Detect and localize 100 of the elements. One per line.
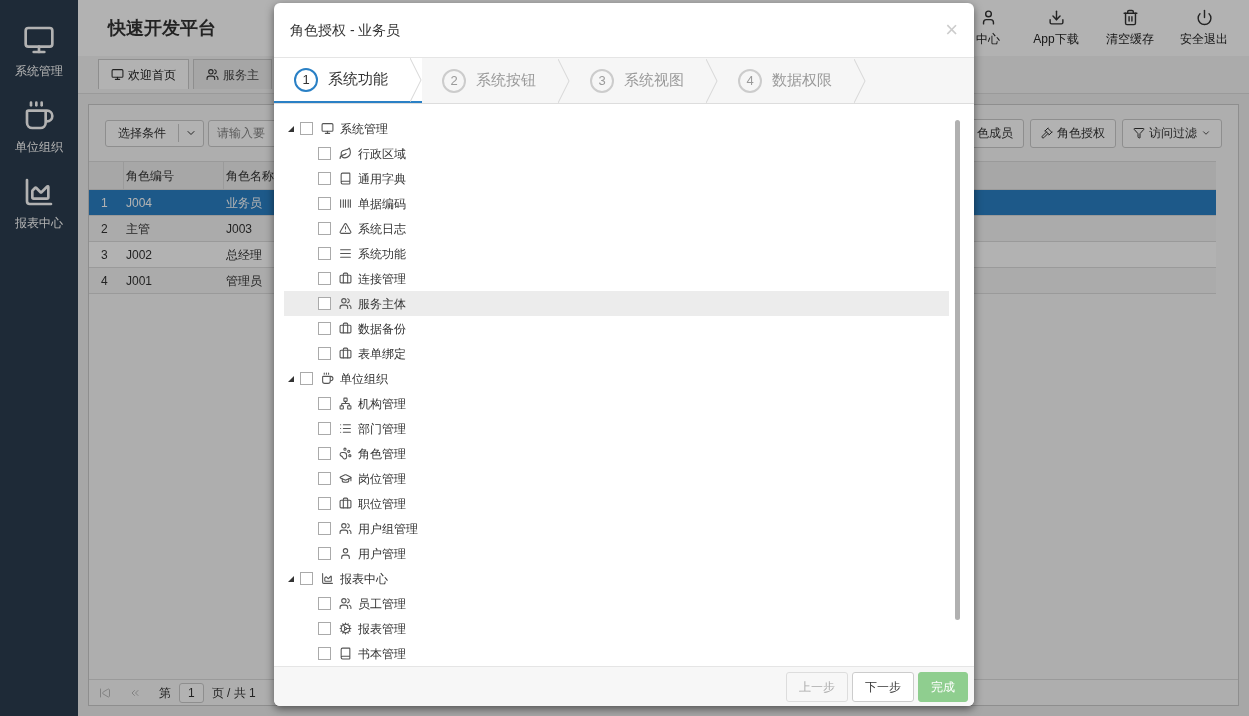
- table-cell-text: J002: [125, 246, 154, 264]
- tree-label: 系统功能: [358, 245, 406, 263]
- tree-label: 系统管理: [340, 120, 388, 138]
- tree-row[interactable]: 报表中心: [284, 566, 949, 591]
- checkbox[interactable]: [300, 572, 313, 585]
- checkbox[interactable]: [318, 472, 331, 485]
- checkbox[interactable]: [318, 272, 331, 285]
- checkbox[interactable]: [318, 547, 331, 560]
- page-total: 页 / 共 1: [211, 684, 256, 702]
- checkbox[interactable]: [318, 322, 331, 335]
- column-header[interactable]: 角色编号: [123, 162, 223, 189]
- checkbox[interactable]: [300, 122, 313, 135]
- tree-row[interactable]: 角色管理: [284, 441, 949, 466]
- checkbox[interactable]: [318, 172, 331, 185]
- tree-row[interactable]: 表单绑定: [284, 341, 949, 366]
- header-action[interactable]: 中心: [957, 8, 1019, 48]
- tree-row[interactable]: 员工管理: [284, 591, 949, 616]
- page-tab[interactable]: 服务主: [193, 59, 272, 89]
- list-icon: [339, 422, 352, 435]
- briefcase-icon: [339, 322, 352, 335]
- sidebar-item[interactable]: 报表中心: [15, 176, 63, 232]
- tree-row[interactable]: 用户管理: [284, 541, 949, 566]
- coffee-cup-icon: [321, 372, 334, 385]
- checkbox[interactable]: [318, 247, 331, 260]
- tree-row[interactable]: 单据编码: [284, 191, 949, 216]
- tree-row[interactable]: 岗位管理: [284, 466, 949, 491]
- graduation-cap-icon: [339, 472, 352, 485]
- tree-label: 报表中心: [340, 570, 388, 588]
- checkbox[interactable]: [318, 397, 331, 410]
- tree-row[interactable]: 部门管理: [284, 416, 949, 441]
- tree-row[interactable]: 书本管理: [284, 641, 949, 666]
- sitemap-icon: [339, 397, 352, 410]
- leaf-icon: [339, 147, 352, 160]
- checkbox[interactable]: [318, 297, 331, 310]
- table-cell-text: J001: [125, 272, 154, 290]
- checkbox[interactable]: [318, 647, 331, 660]
- checkbox[interactable]: [300, 372, 313, 385]
- users-icon: [339, 297, 352, 310]
- wizard-step[interactable]: 1 系统功能: [274, 58, 422, 103]
- tree-row[interactable]: 系统管理: [284, 116, 949, 141]
- step-number: 1: [294, 67, 318, 92]
- expanded-arrow-icon[interactable]: [288, 575, 294, 582]
- page-tab[interactable]: 欢迎首页: [98, 59, 189, 89]
- table-cell-text: 业务员: [225, 194, 263, 212]
- users-icon: [339, 597, 352, 610]
- tree-row[interactable]: 机构管理: [284, 391, 949, 416]
- book-icon: [339, 172, 352, 185]
- condition-dropdown[interactable]: 选择条件: [105, 119, 204, 147]
- paw-icon: [339, 447, 352, 460]
- checkbox[interactable]: [318, 147, 331, 160]
- tree-label: 连接管理: [358, 270, 406, 288]
- checkbox[interactable]: [318, 197, 331, 210]
- tree-row[interactable]: 报表管理: [284, 616, 949, 641]
- checkbox[interactable]: [318, 422, 331, 435]
- tree-row[interactable]: 系统功能: [284, 241, 949, 266]
- header-action[interactable]: App下载: [1019, 8, 1093, 48]
- expanded-arrow-icon[interactable]: [288, 375, 294, 382]
- checkbox[interactable]: [318, 497, 331, 510]
- step-label: 系统视图: [624, 70, 684, 91]
- tree-label: 数据备份: [358, 320, 406, 338]
- tree-label: 用户管理: [358, 545, 406, 563]
- toolbar-button[interactable]: 访问过滤: [1122, 118, 1222, 148]
- tree-label: 部门管理: [358, 420, 406, 438]
- checkbox[interactable]: [318, 222, 331, 235]
- filter-icon: [1133, 127, 1145, 139]
- tree-row[interactable]: 用户组管理: [284, 516, 949, 541]
- tree-label: 报表管理: [358, 620, 406, 638]
- tree-label: 用户组管理: [358, 520, 418, 538]
- power-icon: [1195, 8, 1213, 26]
- tree-row[interactable]: 连接管理: [284, 266, 949, 291]
- caret-icon: [1201, 128, 1211, 138]
- dialog-button[interactable]: 下一步: [852, 671, 914, 702]
- gavel-icon: [1041, 127, 1053, 139]
- toolbar-button[interactable]: 角色授权: [1030, 118, 1116, 148]
- sidebar-item[interactable]: 单位组织: [15, 100, 63, 156]
- tree-row[interactable]: 服务主体: [284, 291, 949, 316]
- scrollbar[interactable]: [955, 120, 960, 620]
- header-action[interactable]: 清空缓存: [1093, 8, 1167, 48]
- header-action[interactable]: 安全退出: [1167, 8, 1241, 48]
- tree-label: 表单绑定: [358, 345, 406, 363]
- tree-row[interactable]: 职位管理: [284, 491, 949, 516]
- sidebar-item[interactable]: 系统管理: [15, 24, 63, 80]
- table-cell-text: 总经理: [225, 246, 263, 264]
- page-field[interactable]: 1: [179, 682, 204, 703]
- tree-row[interactable]: 系统日志: [284, 216, 949, 241]
- table-cell-text: J004: [125, 194, 154, 212]
- step-label: 系统功能: [328, 69, 388, 90]
- checkbox[interactable]: [318, 347, 331, 360]
- tree-label: 行政区域: [358, 145, 406, 163]
- checkbox[interactable]: [318, 447, 331, 460]
- menu-icon: [339, 247, 352, 260]
- app-title: 快速开发平台: [108, 16, 216, 40]
- row-number: 2: [100, 220, 109, 238]
- checkbox[interactable]: [318, 622, 331, 635]
- expanded-arrow-icon[interactable]: [288, 125, 294, 132]
- checkbox[interactable]: [318, 522, 331, 535]
- checkbox[interactable]: [318, 597, 331, 610]
- first-page-icon[interactable]: [99, 686, 111, 699]
- tree-row[interactable]: 单位组织: [284, 366, 949, 391]
- tree-row[interactable]: 数据备份: [284, 316, 949, 341]
